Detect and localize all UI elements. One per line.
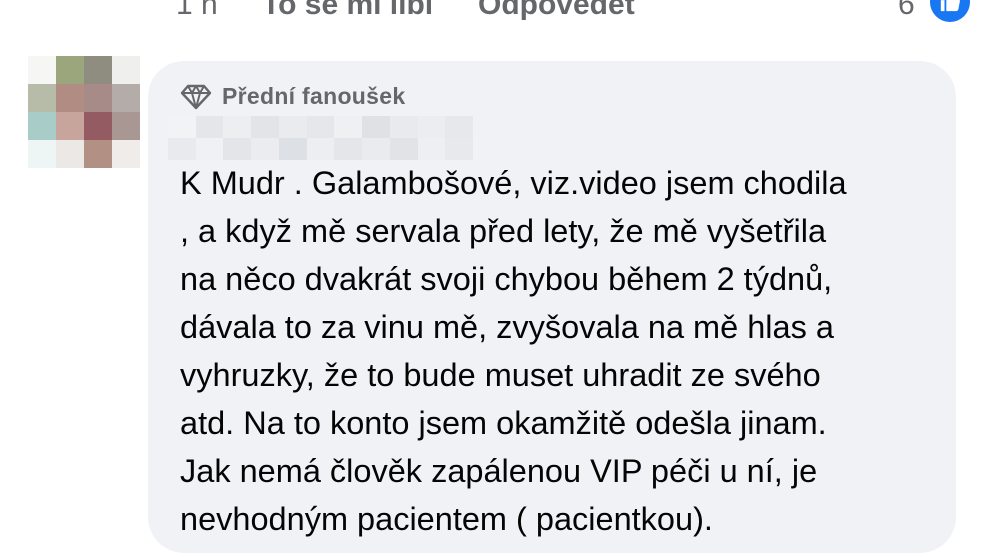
reaction-count[interactable]: 6 (898, 0, 915, 22)
diamond-icon (180, 84, 212, 109)
comment-actions-bar: 1 h To se mi líbí Odpovědět 6 (0, 0, 991, 30)
reply-button[interactable]: Odpovědět (478, 0, 635, 22)
comment-bubble: Přední fanoušek K Mudr . Galambošové, vi… (148, 61, 956, 553)
top-fan-badge: Přední fanoušek (180, 83, 405, 110)
commenter-name-redacted[interactable] (168, 116, 473, 160)
badge-label: Přední fanoušek (222, 83, 406, 109)
like-button[interactable]: To se mi líbí (262, 0, 433, 22)
timestamp[interactable]: 1 h (176, 0, 218, 22)
like-reaction-icon[interactable] (930, 0, 970, 22)
avatar[interactable] (28, 56, 140, 168)
comment-text: K Mudr . Galambošové, viz.video jsem cho… (180, 165, 847, 537)
